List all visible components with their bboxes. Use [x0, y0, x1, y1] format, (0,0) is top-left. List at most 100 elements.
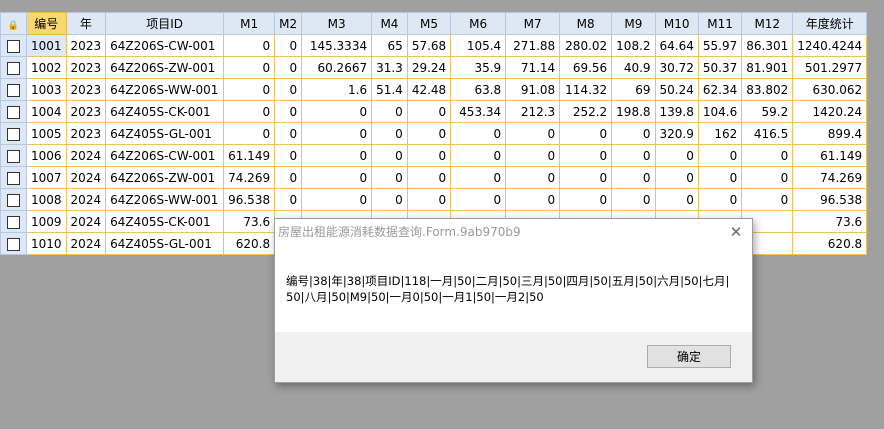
table-row[interactable]: 1006 2024 64Z206S-CW-001 61.149 0 0 0 0 0 0 0 0 0 0 0 6… — [0, 144, 868, 167]
table-cell[interactable]: 64Z206S-WW-001 — [105, 188, 225, 211]
table-cell[interactable]: 0 — [301, 122, 373, 145]
table-cell[interactable]: 2023 — [65, 34, 107, 57]
table-cell[interactable]: 0 — [406, 144, 452, 167]
table-cell[interactable]: 0 — [654, 188, 699, 211]
table-cell[interactable]: 1420.24 — [792, 100, 868, 123]
table-cell[interactable]: 0 — [371, 188, 408, 211]
table-cell[interactable]: 1008 — [26, 188, 67, 211]
table-cell[interactable]: 0 — [274, 78, 303, 101]
table-cell[interactable]: 61.149 — [223, 144, 276, 167]
table-cell[interactable]: 501.2977 — [792, 56, 868, 79]
column-header[interactable]: M5 — [406, 12, 452, 35]
row-checkbox[interactable] — [0, 232, 27, 255]
column-header[interactable]: M2 — [274, 12, 303, 35]
table-cell[interactable]: 86.301 — [741, 34, 794, 57]
column-header[interactable]: M8 — [559, 12, 613, 35]
table-cell[interactable]: 252.2 — [559, 100, 613, 123]
table-cell[interactable]: 2023 — [65, 122, 107, 145]
table-cell[interactable]: 0 — [223, 78, 276, 101]
table-cell[interactable]: 271.88 — [505, 34, 561, 57]
table-cell[interactable]: 55.97 — [697, 34, 743, 57]
table-cell[interactable]: 0 — [223, 122, 276, 145]
table-cell[interactable]: 31.3 — [371, 56, 408, 79]
table-cell[interactable]: 0 — [559, 188, 613, 211]
table-cell[interactable]: 50.24 — [654, 78, 699, 101]
row-checkbox[interactable] — [0, 210, 27, 233]
table-cell[interactable]: 63.8 — [450, 78, 507, 101]
table-cell[interactable]: 0 — [697, 166, 743, 189]
row-checkbox[interactable] — [0, 56, 27, 79]
table-cell[interactable]: 40.9 — [611, 56, 656, 79]
table-cell[interactable]: 64Z405S-GL-001 — [105, 122, 225, 145]
table-cell[interactable]: 71.14 — [505, 56, 561, 79]
table-cell[interactable]: 96.538 — [792, 188, 868, 211]
table-cell[interactable]: 0 — [654, 166, 699, 189]
table-cell[interactable]: 69 — [611, 78, 656, 101]
column-header[interactable]: M7 — [505, 12, 561, 35]
table-cell[interactable]: 0 — [611, 166, 656, 189]
column-header[interactable]: M6 — [450, 12, 507, 35]
table-row[interactable]: 1002 2023 64Z206S-ZW-001 0 0 60.2667 31.3 29.24… — [0, 56, 868, 79]
column-header[interactable]: M3 — [301, 12, 373, 35]
table-cell[interactable]: 0 — [223, 56, 276, 79]
table-cell[interactable]: 1004 — [26, 100, 67, 123]
table-cell[interactable]: 69.56 — [559, 56, 613, 79]
table-cell[interactable]: 74.269 — [792, 166, 868, 189]
table-cell[interactable]: 0 — [274, 166, 303, 189]
table-cell[interactable]: 81.901 — [741, 56, 794, 79]
table-cell[interactable]: 0 — [505, 188, 561, 211]
row-checkbox[interactable] — [0, 166, 27, 189]
table-cell[interactable]: 0 — [301, 100, 373, 123]
table-cell[interactable]: 2024 — [65, 166, 107, 189]
table-cell[interactable]: 0 — [406, 122, 452, 145]
table-cell[interactable]: 453.34 — [450, 100, 507, 123]
table-cell[interactable]: 83.802 — [741, 78, 794, 101]
table-cell[interactable]: 0 — [559, 144, 613, 167]
table-cell[interactable]: 0 — [741, 188, 794, 211]
lock-icon[interactable]: 🔒 — [0, 12, 27, 35]
row-checkbox[interactable] — [0, 78, 27, 101]
table-cell[interactable]: 1005 — [26, 122, 67, 145]
table-cell[interactable]: 416.5 — [741, 122, 794, 145]
table-cell[interactable]: 64Z405S-CK-001 — [105, 100, 225, 123]
table-cell[interactable]: 0 — [741, 144, 794, 167]
table-cell[interactable]: 0 — [611, 144, 656, 167]
column-header[interactable]: M9 — [611, 12, 656, 35]
table-cell[interactable]: 0 — [223, 100, 276, 123]
table-cell[interactable]: 0 — [450, 144, 507, 167]
table-cell[interactable]: 630.062 — [792, 78, 868, 101]
column-header[interactable]: 年度统计 — [792, 12, 868, 35]
table-row[interactable]: 1007 2024 64Z206S-ZW-001 74.269 0 0 0 0 0 0 0 0 0 0 0 7… — [0, 166, 868, 189]
row-checkbox[interactable] — [0, 122, 27, 145]
table-cell[interactable]: 2023 — [65, 78, 107, 101]
table-cell[interactable]: 57.68 — [406, 34, 452, 57]
table-cell[interactable]: 64Z206S-CW-001 — [105, 144, 225, 167]
table-cell[interactable]: 0 — [406, 188, 452, 211]
table-cell[interactable]: 1007 — [26, 166, 67, 189]
ok-button[interactable]: 确定 — [647, 345, 731, 368]
column-header[interactable]: M1 — [223, 12, 276, 35]
table-cell[interactable]: 1010 — [26, 232, 67, 255]
table-cell[interactable]: 899.4 — [792, 122, 868, 145]
table-cell[interactable]: 0 — [450, 166, 507, 189]
column-header[interactable]: 项目ID — [105, 12, 225, 35]
table-cell[interactable]: 1003 — [26, 78, 67, 101]
table-cell[interactable]: 64Z405S-GL-001 — [105, 232, 225, 255]
table-cell[interactable]: 30.72 — [654, 56, 699, 79]
table-cell[interactable]: 2024 — [65, 232, 107, 255]
table-cell[interactable]: 0 — [654, 144, 699, 167]
table-cell[interactable]: 1002 — [26, 56, 67, 79]
table-cell[interactable]: 0 — [505, 122, 561, 145]
table-cell[interactable]: 2024 — [65, 144, 107, 167]
table-cell[interactable]: 280.02 — [559, 34, 613, 57]
table-cell[interactable]: 73.6 — [223, 210, 276, 233]
table-cell[interactable]: 96.538 — [223, 188, 276, 211]
table-cell[interactable]: 162 — [697, 122, 743, 145]
table-cell[interactable]: 0 — [371, 100, 408, 123]
table-cell[interactable]: 29.24 — [406, 56, 452, 79]
table-cell[interactable]: 198.8 — [611, 100, 656, 123]
table-cell[interactable]: 1001 — [26, 34, 67, 57]
table-cell[interactable]: 64Z206S-WW-001 — [105, 78, 225, 101]
table-cell[interactable]: 0 — [611, 122, 656, 145]
table-cell[interactable]: 1240.4244 — [792, 34, 868, 57]
